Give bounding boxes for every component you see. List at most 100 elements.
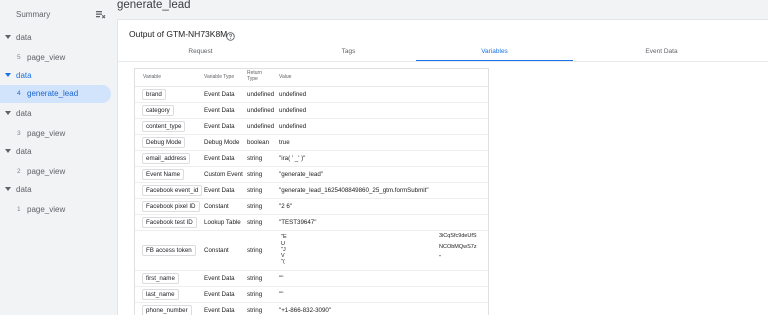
summary-item[interactable]: Summary: [0, 6, 113, 24]
return-type: string: [247, 155, 263, 162]
variable-type: Lookup Table: [204, 219, 241, 226]
group-label: data: [16, 33, 32, 42]
variable-name[interactable]: phone_number: [142, 305, 192, 315]
tab-tags[interactable]: Tags: [270, 46, 427, 62]
variable-name[interactable]: Facebook pixel ID: [142, 201, 200, 212]
help-icon[interactable]: [226, 28, 235, 41]
variable-name[interactable]: brand: [142, 89, 166, 100]
variable-name[interactable]: Debug Mode: [142, 137, 186, 148]
header-variable-type: Variable Type: [204, 74, 235, 80]
table-row: Facebook pixel ID Constant string "2 6": [135, 199, 488, 215]
chevron-down-icon: [5, 187, 11, 191]
tab-bar: Request Tags Variables Event Data: [118, 46, 768, 62]
return-type: string: [247, 203, 263, 210]
variable-name[interactable]: content_type: [142, 121, 186, 132]
return-type: undefined: [247, 123, 275, 130]
return-type: string: [247, 247, 263, 254]
sidebar-event-item[interactable]: 3 page_view: [0, 125, 111, 143]
group-label: data: [16, 109, 32, 118]
event-label: page_view: [27, 167, 66, 176]
variable-type: Event Data: [204, 155, 235, 162]
group-label: data: [16, 185, 32, 194]
sidebar: Summary data 5 page_view data 4 generate…: [0, 0, 113, 315]
table-row: content_type Event Data undefined undefi…: [135, 119, 488, 135]
variable-name[interactable]: Facebook test ID: [142, 217, 197, 228]
event-number: 2: [17, 168, 21, 175]
tabs-divider: [118, 61, 768, 62]
table-row: Event Name Custom Event string "generate…: [135, 167, 488, 183]
table-row: Facebook test ID Lookup Table string "TE…: [135, 215, 488, 231]
return-type: string: [247, 219, 263, 226]
sidebar-event-item-active[interactable]: 4 generate_lead: [0, 85, 111, 103]
header-return-line2: Type: [247, 76, 258, 82]
chevron-down-icon: [5, 73, 11, 77]
return-type: string: [247, 291, 263, 298]
sidebar-group[interactable]: data: [0, 107, 113, 121]
variable-name[interactable]: email_address: [142, 153, 191, 164]
sidebar-group[interactable]: data: [0, 69, 113, 83]
event-label: page_view: [27, 129, 66, 138]
sidebar-group[interactable]: data: [0, 31, 113, 45]
variables-table: Variable Variable Type Return Type Value…: [134, 68, 489, 315]
sidebar-group[interactable]: data: [0, 145, 113, 159]
tab-event-data[interactable]: Event Data: [583, 46, 740, 62]
table-row: category Event Data undefined undefined: [135, 103, 488, 119]
variable-name[interactable]: Event Name: [142, 169, 185, 180]
variable-type: Event Data: [204, 107, 235, 114]
return-type: string: [247, 171, 263, 178]
summary-label: Summary: [16, 10, 51, 19]
variable-name[interactable]: first_name: [142, 273, 179, 284]
variable-value: "": [279, 275, 284, 282]
variable-value: "generate_lead_1625408849860_25_gtm.form…: [279, 187, 429, 194]
chevron-down-icon: [5, 111, 11, 115]
value-line-right: NCObMQwS7z: [439, 244, 477, 250]
header-value: Value: [279, 74, 292, 80]
variable-value: undefined: [279, 107, 307, 114]
tab-variables[interactable]: Variables: [416, 46, 573, 62]
main-panel: generate_lead Output of GTM-NH73K8M Requ…: [113, 0, 768, 315]
table-row: email_address Event Data string "ira( ' …: [135, 151, 488, 167]
tab-request[interactable]: Request: [122, 46, 279, 62]
variable-value: "2 6": [279, 203, 292, 210]
return-type: undefined: [247, 91, 275, 98]
table-row: phone_number Event Data string "+1-866-8…: [135, 303, 488, 315]
return-type: boolean: [247, 139, 270, 146]
variable-type: Event Data: [204, 307, 235, 314]
variable-name[interactable]: FB access token: [142, 245, 196, 256]
sidebar-event-item[interactable]: 5 page_view: [0, 49, 111, 67]
return-type: undefined: [247, 107, 275, 114]
output-title: Output of GTM-NH73K8M: [129, 29, 228, 39]
variable-name[interactable]: Facebook event_id: [142, 185, 203, 196]
variable-type: Constant: [204, 203, 229, 210]
variable-type: Event Data: [204, 275, 235, 282]
variable-value: undefined: [279, 91, 307, 98]
variable-value: "": [279, 291, 284, 298]
variable-type: Event Data: [204, 123, 235, 130]
return-type: string: [247, 307, 263, 314]
table-row: Facebook event_id Event Data string "gen…: [135, 183, 488, 199]
variable-type: Event Data: [204, 91, 235, 98]
sidebar-event-item[interactable]: 2 page_view: [0, 163, 111, 181]
chevron-down-icon: [5, 149, 11, 153]
event-number: 1: [17, 206, 21, 213]
event-number: 5: [17, 54, 21, 61]
event-number: 4: [17, 90, 21, 97]
event-label: page_view: [27, 205, 66, 214]
variable-type: Constant: [204, 247, 229, 254]
variable-type: Event Data: [204, 291, 235, 298]
clear-icon[interactable]: [95, 9, 106, 20]
value-line: "E: [281, 234, 287, 240]
variable-value: "TEST39647": [279, 219, 317, 226]
variable-value: "generate_lead": [279, 171, 323, 178]
variable-value: true: [279, 139, 290, 146]
variable-name[interactable]: category: [142, 105, 174, 116]
variable-name[interactable]: last_name: [142, 289, 179, 300]
sidebar-event-item[interactable]: 1 page_view: [0, 201, 111, 219]
sidebar-group[interactable]: data: [0, 183, 113, 197]
return-type: string: [247, 187, 263, 194]
table-header: Variable Variable Type Return Type Value: [135, 69, 488, 87]
variable-value: "ira( ' _' )": [279, 155, 306, 162]
table-row: last_name Event Data string "": [135, 287, 488, 303]
header-variable: Variable: [143, 74, 161, 80]
table-row: first_name Event Data string "": [135, 271, 488, 287]
